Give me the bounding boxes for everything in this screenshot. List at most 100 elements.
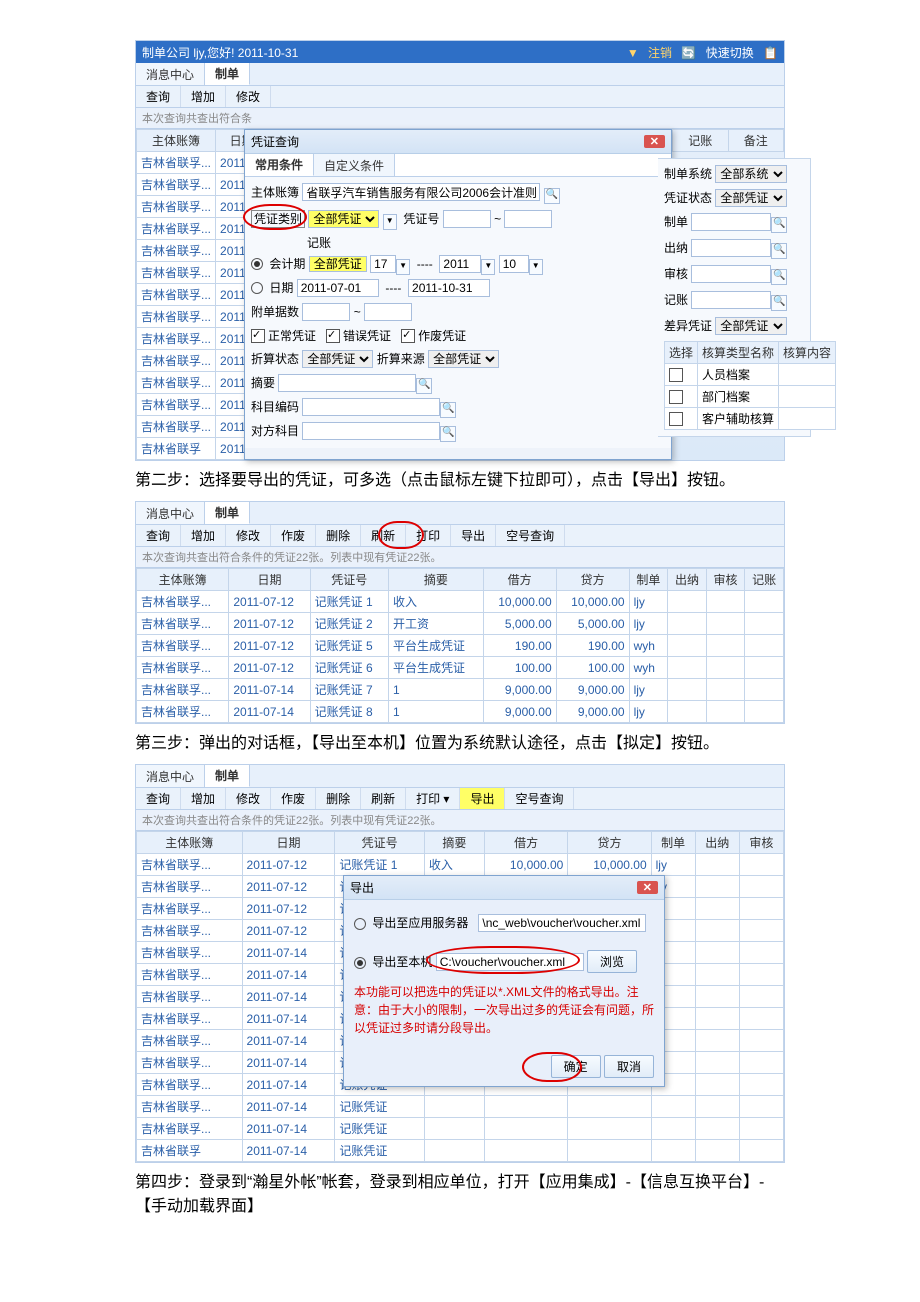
tb-query[interactable]: 查询 [136,86,181,107]
tb-mod[interactable]: 修改 [226,86,271,107]
tab-custom-cond[interactable]: 自定义条件 [314,154,395,176]
dropdown-icon[interactable]: ▼ [481,259,495,275]
period-yy[interactable] [370,255,396,273]
chk-error[interactable] [326,329,340,343]
tab-voucher-entry[interactable]: 制单 [205,502,250,524]
tb-del[interactable]: 删除 [316,525,361,546]
ok-button[interactable]: 确定 [551,1055,601,1078]
table-row[interactable]: 吉林省联孚... [137,854,243,876]
sys-select[interactable]: 全部系统 [715,165,787,183]
tb-refresh[interactable]: 刷新 [361,788,406,809]
local-path-input[interactable] [436,953,584,971]
table-row[interactable]: 吉林省联孚... [137,964,243,986]
tb-mod[interactable]: 修改 [226,525,271,546]
counter-input[interactable] [302,422,440,440]
table-row[interactable]: 吉林省联孚... [137,986,243,1008]
aux-chk[interactable] [669,390,683,404]
table-row[interactable]: 吉林省联孚... [137,372,216,394]
tb-numq[interactable]: 空号查询 [505,788,574,809]
table-row[interactable]: 吉林省联孚... [137,701,229,723]
search-icon[interactable]: 🔍 [416,378,432,394]
table-row[interactable]: 吉林省联孚... [137,1096,243,1118]
table-row[interactable]: 吉林省联孚... [137,152,216,174]
table-row[interactable]: 吉林省联孚... [137,218,216,240]
tab-message-center[interactable]: 消息中心 [136,502,205,524]
tb-void[interactable]: 作废 [271,788,316,809]
tb-print[interactable]: 打印 [406,525,451,546]
table-row[interactable]: 吉林省联孚... [137,1074,243,1096]
tb-print[interactable]: 打印 ▾ [406,788,460,809]
tb-add[interactable]: 增加 [181,788,226,809]
browse-button[interactable]: 浏览 [587,950,637,973]
table-row[interactable]: 吉林省联孚... [137,284,216,306]
table-row[interactable]: 吉林省联孚... [137,394,216,416]
voucher-grid[interactable]: 主体账簿 日期 凭证号 摘要 借方 贷方 制单 出纳 审核 记账 吉林省联孚..… [136,568,784,723]
tb-export[interactable]: 导出 [451,525,496,546]
dropdown-icon[interactable]: ▼ [383,214,397,230]
period-year[interactable] [439,255,481,273]
vnum-to[interactable] [504,210,552,228]
search-icon[interactable]: 🔍 [771,243,787,259]
tb-del[interactable]: 删除 [316,788,361,809]
server-path-input[interactable] [478,914,646,932]
radio-local[interactable] [354,957,366,969]
summary-input[interactable] [278,374,416,392]
radio-date[interactable] [251,282,263,294]
table-row[interactable]: 吉林省联孚... [137,196,216,218]
vstat-select[interactable]: 全部凭证 [715,189,787,207]
tab-common-cond[interactable]: 常用条件 [245,154,314,176]
table-row[interactable]: 吉林省联孚... [137,350,216,372]
offstate-select[interactable]: 全部凭证 [302,350,373,368]
table-row[interactable]: 吉林省联孚... [137,1030,243,1052]
table-row[interactable]: 吉林省联孚... [137,262,216,284]
table-row[interactable]: 吉林省联孚... [137,942,243,964]
chk-void[interactable] [401,329,415,343]
period-month[interactable] [499,255,529,273]
attach-to[interactable] [364,303,412,321]
search-icon[interactable]: 🔍 [771,217,787,233]
attach-from[interactable] [302,303,350,321]
table-row[interactable]: 吉林省联孚... [137,1118,243,1140]
tb-mod[interactable]: 修改 [226,788,271,809]
table-row[interactable]: 吉林省联孚... [137,328,216,350]
table-row[interactable]: 吉林省联孚... [137,920,243,942]
voucher-type-select[interactable]: 全部凭证 [308,210,379,228]
table-row[interactable]: 吉林省联孚... [137,898,243,920]
search-icon[interactable]: 🔍 [771,295,787,311]
tb-add[interactable]: 增加 [181,86,226,107]
table-row[interactable]: 吉林省联孚 [137,1140,243,1162]
diff-select[interactable]: 全部凭证 [715,317,787,335]
search-icon[interactable]: 🔍 [771,269,787,285]
cashier-input[interactable] [691,239,771,257]
tb-void[interactable]: 作废 [271,525,316,546]
table-row[interactable]: 吉林省联孚... [137,591,229,613]
radio-server[interactable] [354,918,366,930]
table-row[interactable]: 吉林省联孚 [137,438,216,460]
tb-numq[interactable]: 空号查询 [496,525,565,546]
table-row[interactable]: 吉林省联孚... [137,174,216,196]
acctcode-input[interactable] [302,398,440,416]
tb-export[interactable]: 导出 [460,788,505,809]
radio-period[interactable] [251,258,263,270]
aux-opt[interactable]: 客户辅助核算 [698,408,779,430]
table-row[interactable]: 吉林省联孚... [137,657,229,679]
offsrc-select[interactable]: 全部凭证 [428,350,499,368]
checker-input[interactable] [691,265,771,283]
tb-query[interactable]: 查询 [136,525,181,546]
aux-opt[interactable]: 人员档案 [698,364,779,386]
tab-voucher-entry[interactable]: 制单 [205,63,250,85]
ledger-input[interactable] [302,183,540,201]
close-icon[interactable]: ✕ [644,135,665,148]
tb-add[interactable]: 增加 [181,525,226,546]
tb-query[interactable]: 查询 [136,788,181,809]
date-to[interactable] [408,279,490,297]
tab-voucher-entry[interactable]: 制单 [205,765,250,787]
logout-link[interactable]: 注销 [648,46,672,60]
table-row[interactable]: 吉林省联孚... [137,1052,243,1074]
close-icon[interactable]: ✕ [637,881,658,894]
dropdown-icon[interactable]: ▼ [529,259,543,275]
aux-chk[interactable] [669,368,683,382]
dropdown-icon[interactable]: ▼ [396,259,410,275]
table-row[interactable]: 吉林省联孚... [137,416,216,438]
vnum-from[interactable] [443,210,491,228]
